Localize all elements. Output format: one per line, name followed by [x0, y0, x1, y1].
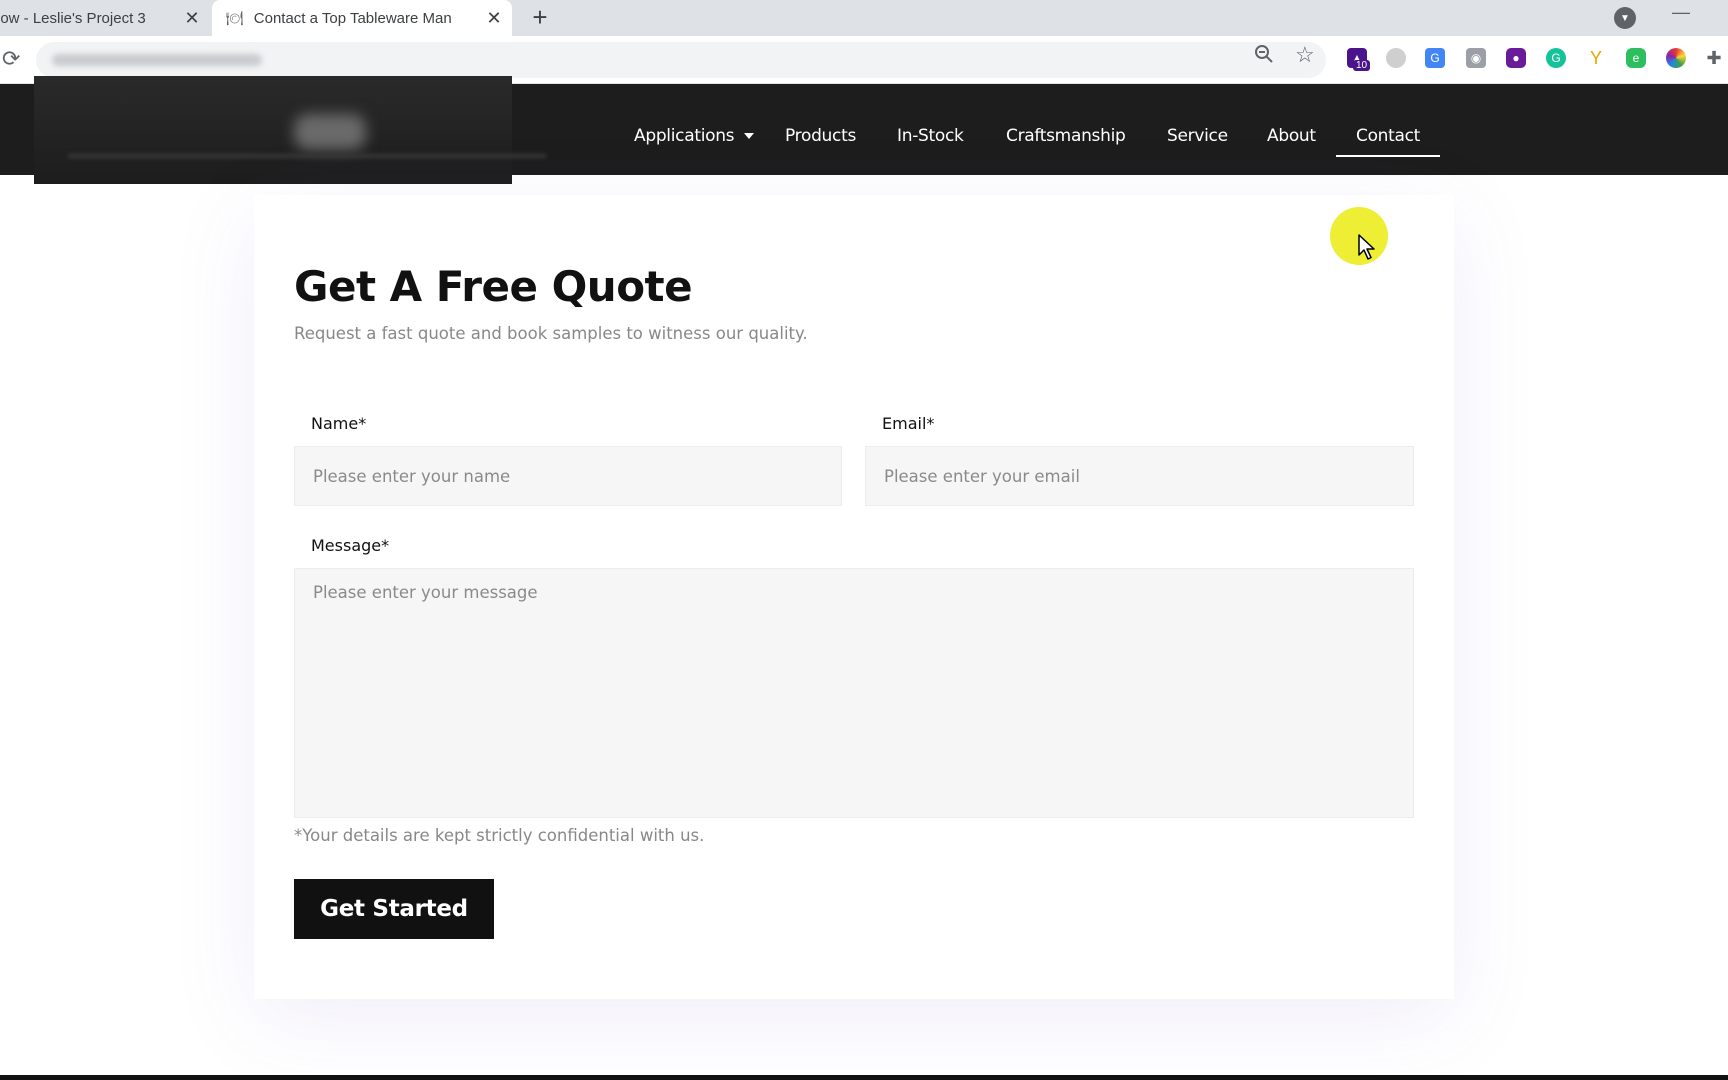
translate-icon[interactable]: G: [1425, 48, 1445, 68]
nav-item-service[interactable]: Service: [1167, 126, 1228, 146]
evernote-icon[interactable]: e: [1626, 48, 1646, 68]
name-label: Name*: [311, 414, 367, 433]
puzzle-icon[interactable]: ✚: [1704, 48, 1724, 68]
page-title: Get A Free Quote: [294, 262, 693, 311]
email-label: Email*: [882, 414, 935, 433]
rainbow-icon[interactable]: Y: [1586, 48, 1606, 68]
nav-item-applications[interactable]: Applications: [634, 126, 755, 146]
get-started-button[interactable]: Get Started: [294, 879, 494, 939]
close-tab-icon[interactable]: ✕: [180, 8, 204, 29]
grammarly-icon[interactable]: G: [1546, 48, 1566, 68]
message-label: Message*: [311, 536, 390, 555]
confidential-note: *Your details are kept strictly confiden…: [294, 826, 705, 845]
moon-icon[interactable]: [1386, 48, 1406, 68]
nav-label: Applications: [634, 126, 735, 146]
caret-down-icon: [744, 133, 755, 139]
extension-count-badge: 10: [1353, 60, 1371, 71]
site-header: Applications Products In-Stock Craftsman…: [0, 76, 1728, 184]
nav-item-products[interactable]: Products: [785, 126, 856, 146]
reload-icon[interactable]: ⟳: [2, 46, 20, 72]
camera-icon[interactable]: ◉: [1466, 48, 1486, 68]
nav-item-about[interactable]: About: [1267, 126, 1316, 146]
pinwheel-icon[interactable]: [1666, 48, 1686, 68]
new-tab-button[interactable]: +: [528, 2, 552, 33]
minimize-window-icon[interactable]: —: [1672, 2, 1690, 23]
close-tab-icon[interactable]: ✕: [482, 8, 506, 29]
zoom-out-icon[interactable]: [1254, 44, 1274, 70]
main-nav: Applications Products In-Stock Craftsman…: [0, 84, 1728, 175]
footer-edge: [0, 1075, 1728, 1080]
mouse-cursor-icon: [1358, 234, 1375, 260]
nav-item-craftsmanship[interactable]: Craftsmanship: [1006, 126, 1126, 146]
browser-tab-inactive[interactable]: low - Leslie's Project 3 ✕: [0, 0, 210, 36]
message-textarea[interactable]: [294, 568, 1414, 818]
tab-title: Contact a Top Tableware Man: [253, 9, 452, 27]
nav-item-in-stock[interactable]: In-Stock: [897, 126, 964, 146]
blurred-url: [52, 54, 262, 66]
tableware-favicon-icon: 🍽: [226, 9, 244, 26]
page-subtitle: Request a fast quote and book samples to…: [294, 324, 808, 343]
tab-title: low - Leslie's Project 3: [0, 9, 146, 27]
tab-search-icon[interactable]: ▼: [1614, 7, 1636, 29]
color-picker-icon[interactable]: ●: [1506, 48, 1526, 68]
nav-item-contact[interactable]: Contact: [1336, 126, 1441, 157]
browser-tab-active[interactable]: 🍽 Contact a Top Tableware Man ✕: [212, 0, 512, 36]
browser-tab-bar: low - Leslie's Project 3 ✕ 🍽 Contact a T…: [0, 0, 1728, 36]
address-bar[interactable]: [36, 42, 1326, 78]
email-input[interactable]: [865, 446, 1414, 506]
bookmark-star-icon[interactable]: ☆: [1295, 42, 1315, 68]
name-input[interactable]: [294, 446, 842, 506]
